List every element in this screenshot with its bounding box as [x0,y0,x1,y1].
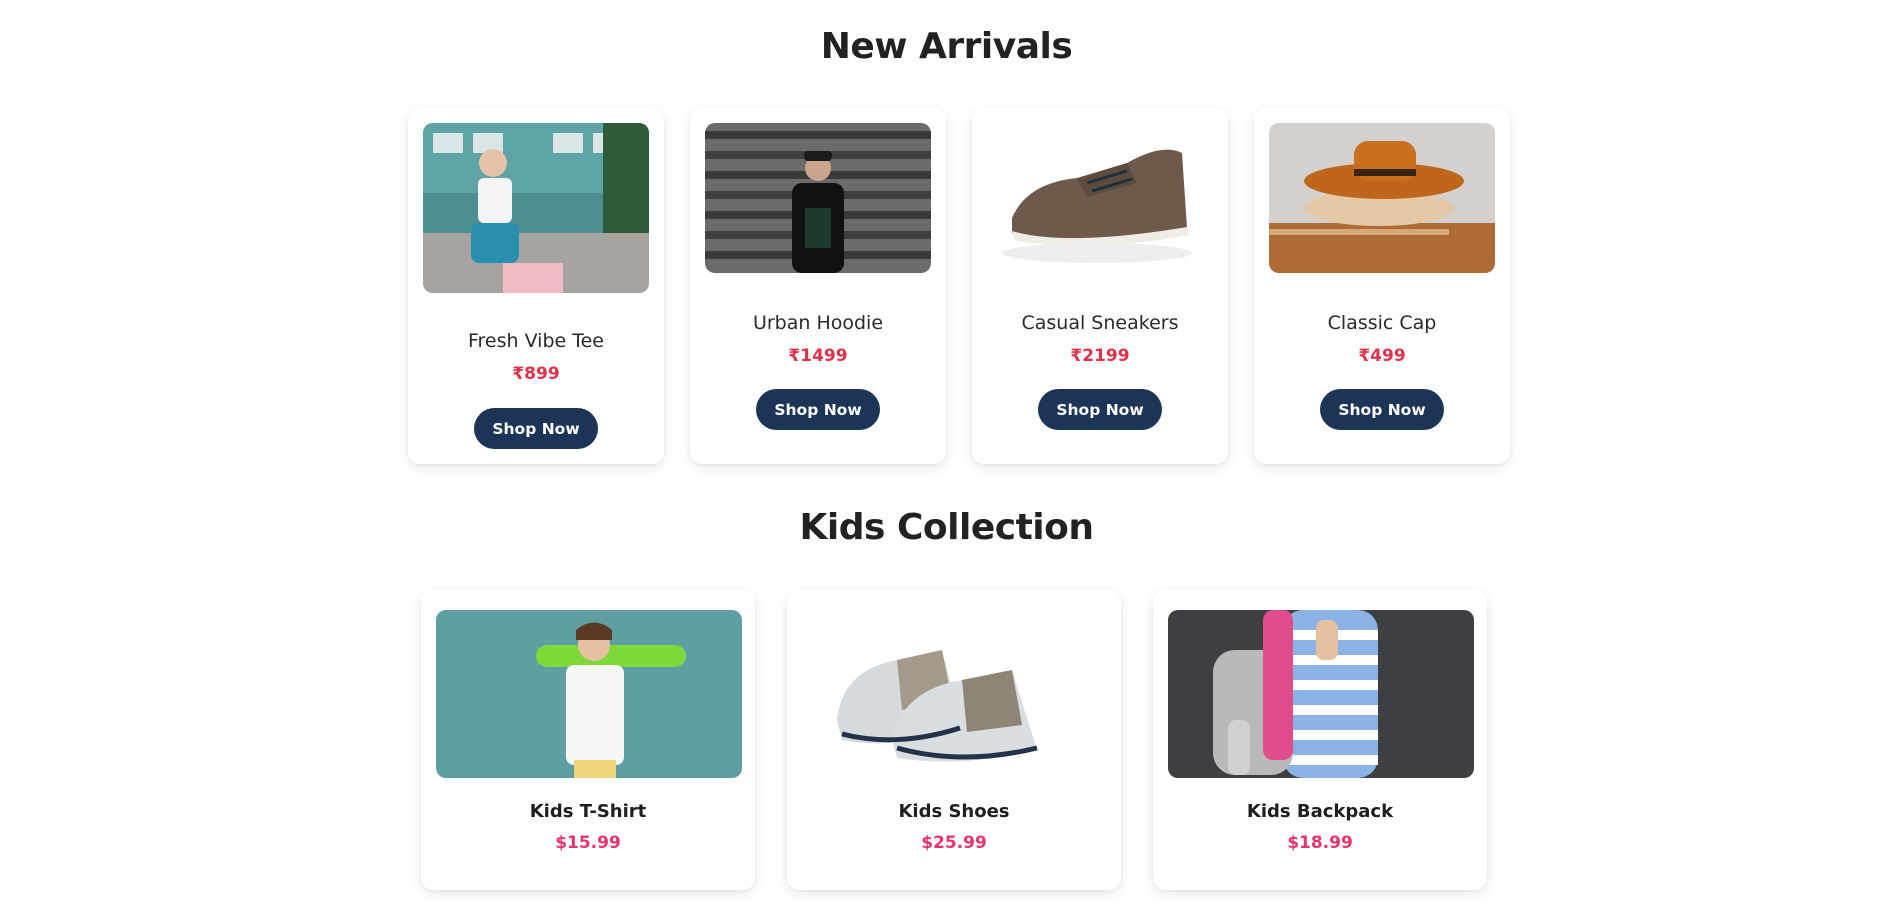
product-name: Casual Sneakers [1021,312,1179,334]
shop-now-button[interactable]: Shop Now [1320,389,1444,430]
product-name: Fresh Vibe Tee [467,330,604,352]
product-price: ₹499 [1358,346,1406,366]
product-price: $15.99 [555,833,621,853]
product-image[interactable] [705,123,931,273]
product-price: $25.99 [921,833,987,853]
product-price: ₹899 [512,364,560,384]
product-card-kids-shoes[interactable]: Kids Shoes $25.99 [787,590,1121,890]
product-name: Classic Cap [1327,312,1437,334]
product-price: ₹2199 [1070,346,1130,366]
product-price: ₹1499 [788,346,848,366]
product-card-casual-sneakers[interactable]: Casual Sneakers ₹2199 Shop Now [972,108,1228,464]
product-name: Kids Shoes [898,801,1010,822]
new-arrivals-title: New Arrivals [820,26,1073,67]
product-image[interactable] [1168,610,1474,778]
product-image[interactable] [423,123,649,293]
product-card-kids-t-shirt[interactable]: Kids T-Shirt $15.99 [421,590,755,890]
product-image[interactable] [987,123,1213,273]
product-card-urban-hoodie[interactable]: Urban Hoodie ₹1499 Shop Now [690,108,946,464]
page: New Arrivals Fresh Vibe Tee ₹899 Shop No… [0,0,1893,905]
product-image[interactable] [1269,123,1495,273]
product-card-kids-backpack[interactable]: Kids Backpack $18.99 [1153,590,1487,890]
kids-collection-title: Kids Collection [799,507,1094,548]
product-image[interactable] [436,610,742,778]
product-image[interactable] [802,610,1108,778]
product-card-classic-cap[interactable]: Classic Cap ₹499 Shop Now [1254,108,1510,464]
product-card-fresh-vibe-tee[interactable]: Fresh Vibe Tee ₹899 Shop Now [408,108,664,464]
product-price: $18.99 [1287,833,1353,853]
shop-now-button[interactable]: Shop Now [474,408,598,449]
shop-now-button[interactable]: Shop Now [1038,389,1162,430]
product-name: Kids Backpack [1246,801,1394,822]
product-name: Urban Hoodie [752,312,884,334]
product-name: Kids T-Shirt [529,801,647,822]
shop-now-button[interactable]: Shop Now [756,389,880,430]
